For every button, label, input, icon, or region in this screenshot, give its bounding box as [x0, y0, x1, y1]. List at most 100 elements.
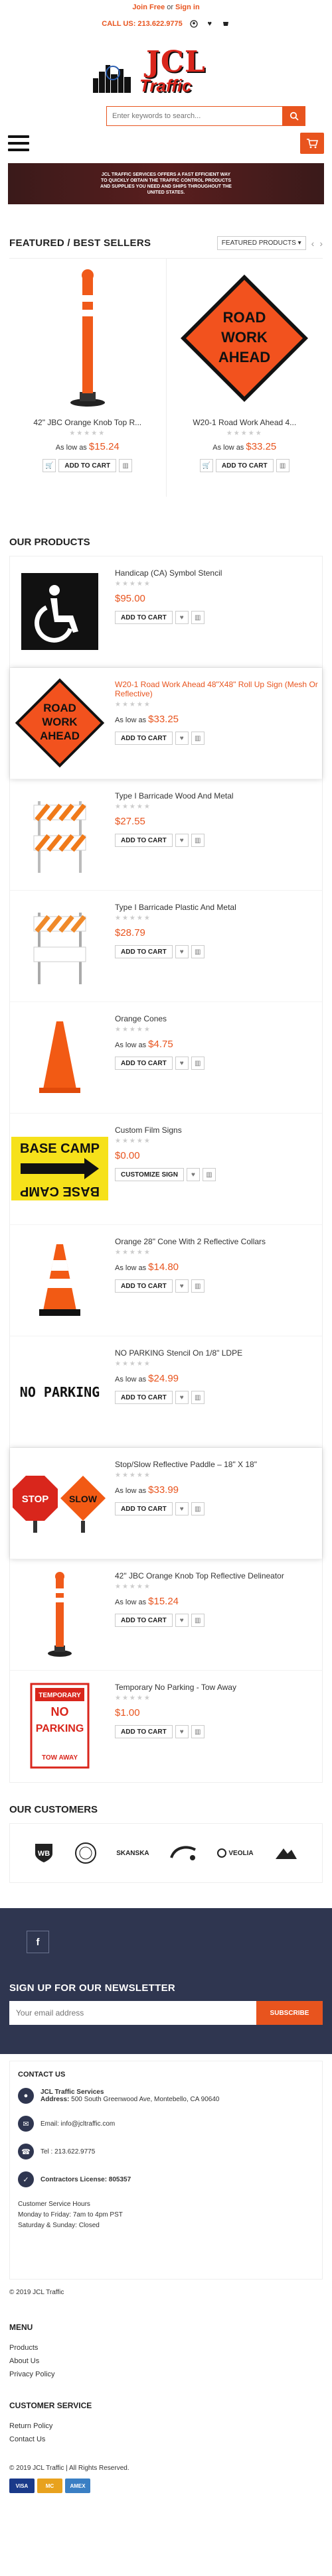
menu-icon[interactable] — [8, 135, 29, 151]
site-logo[interactable]: JCL Traffic — [93, 40, 239, 99]
handicap-stencil-image[interactable] — [10, 568, 110, 655]
add-to-cart-button[interactable]: ADD TO CART — [115, 611, 173, 624]
add-to-cart-button[interactable]: ADD TO CART — [58, 459, 117, 472]
product-name[interactable]: 42" JBC Orange Knob Top Reflective Delin… — [115, 1571, 322, 1580]
product-name[interactable]: Handicap (CA) Symbol Stencil — [115, 568, 322, 578]
subscribe-button[interactable]: SUBSCRIBE — [256, 2001, 323, 2025]
wishlist-icon[interactable]: ♥ — [175, 732, 189, 745]
product-name[interactable]: Temporary No Parking - Tow Away — [115, 1683, 322, 1692]
footer-link-return[interactable]: Return Policy — [9, 2422, 323, 2430]
add-to-cart-button[interactable]: ADD TO CART — [115, 945, 173, 958]
wishlist-icon[interactable]: ♥ — [175, 1057, 189, 1070]
product-row[interactable]: 42" JBC Orange Knob Top Reflective Delin… — [10, 1559, 322, 1671]
wishlist-icon[interactable]: ♥ — [175, 1725, 189, 1738]
call-us-text[interactable]: CALL US: 213.622.9775 — [102, 20, 182, 28]
add-to-cart-button[interactable]: ADD TO CART — [115, 1502, 173, 1515]
compare-icon[interactable]: ▥ — [191, 1614, 205, 1627]
featured-select[interactable]: FEATURED PRODUCTS ▾ — [216, 236, 306, 250]
compare-icon[interactable]: ▥ — [202, 1168, 216, 1181]
compare-icon[interactable]: ▥ — [276, 459, 290, 472]
compare-icon[interactable]: ▥ — [191, 611, 205, 624]
product-row[interactable]: NO PARKING NO PARKING Stencil On 1/8" LD… — [10, 1336, 322, 1448]
wishlist-icon[interactable]: ♥ — [175, 1502, 189, 1515]
add-to-cart-button[interactable]: ADD TO CART — [115, 1279, 173, 1293]
wishlist-icon[interactable]: ♥ — [175, 1614, 189, 1627]
featured-card[interactable]: ROAD WORK AHEAD W20-1 Road Work Ahead 4.… — [167, 259, 323, 497]
product-row[interactable]: Handicap (CA) Symbol Stencil ★★★★★ $95.0… — [10, 556, 322, 668]
add-to-cart-button[interactable]: ADD TO CART — [215, 459, 274, 472]
delineator-image[interactable] — [10, 1571, 110, 1657]
compare-icon[interactable]: ▥ — [191, 945, 205, 958]
footer-link-contact[interactable]: Contact Us — [9, 2435, 323, 2443]
barricade-wood-image[interactable] — [10, 791, 110, 877]
compare-icon[interactable]: ▥ — [191, 1279, 205, 1293]
product-row[interactable]: Orange 28" Cone With 2 Reflective Collar… — [10, 1225, 322, 1336]
add-to-cart-button[interactable]: ADD TO CART — [115, 1725, 173, 1738]
product-name[interactable]: NO PARKING Stencil On 1/8" LDPE — [115, 1348, 322, 1358]
no-parking-stencil-image[interactable]: NO PARKING — [10, 1348, 110, 1435]
temp-no-parking-image[interactable]: TEMPORARY NO PARKING TOW AWAY — [10, 1683, 110, 1769]
compare-icon[interactable]: ▥ — [119, 459, 133, 472]
email-field[interactable] — [9, 2001, 256, 2025]
add-to-cart-button[interactable]: ADD TO CART — [115, 1614, 173, 1627]
product-row[interactable]: Type I Barricade Plastic And Metal ★★★★★… — [10, 891, 322, 1002]
next-arrow-icon[interactable]: › — [319, 238, 323, 249]
phone-text[interactable]: Tel : 213.622.9775 — [41, 2148, 95, 2156]
customize-sign-button[interactable]: CUSTOMIZE SIGN — [115, 1168, 184, 1181]
compare-icon[interactable]: ▥ — [191, 1057, 205, 1070]
search-input[interactable] — [106, 106, 283, 126]
add-to-cart-button[interactable]: ADD TO CART — [115, 732, 173, 745]
cart-icon[interactable]: 🛒 — [199, 459, 213, 472]
wishlist-icon[interactable]: ♥ — [186, 1168, 200, 1181]
wishlist-icon[interactable]: ♥ — [175, 945, 189, 958]
product-row[interactable]: ROAD WORK AHEAD W20-1 Road Work Ahead 48… — [10, 668, 322, 779]
product-name[interactable]: W20-1 Road Work Ahead 48"X48" Roll Up Si… — [115, 680, 322, 698]
product-name[interactable]: Type I Barricade Wood And Metal — [115, 791, 322, 801]
product-name[interactable]: Stop/Slow Reflective Paddle – 18" X 18" — [115, 1460, 322, 1469]
cart-button[interactable] — [300, 133, 324, 154]
product-row[interactable]: TEMPORARY NO PARKING TOW AWAY Temporary … — [10, 1671, 322, 1782]
compare-icon[interactable]: ▥ — [191, 1725, 205, 1738]
product-row[interactable]: Type I Barricade Wood And Metal ★★★★★ $2… — [10, 779, 322, 891]
footer-link-products[interactable]: Products — [9, 2344, 323, 2352]
promo-banner[interactable]: JCL Traffic Services offers a fast effic… — [8, 163, 324, 204]
product-name[interactable]: W20-1 Road Work Ahead 4... — [193, 418, 296, 427]
compare-icon[interactable]: ▥ — [191, 1391, 205, 1404]
product-name[interactable]: Custom Film Signs — [115, 1126, 322, 1135]
cart-mini-icon[interactable] — [221, 19, 230, 29]
add-to-cart-button[interactable]: ADD TO CART — [115, 1391, 173, 1404]
search-button[interactable] — [283, 106, 305, 126]
base-camp-sign-image[interactable]: BASE CAMP BASE CAMP — [10, 1126, 110, 1212]
compare-icon[interactable]: ▥ — [191, 732, 205, 745]
prev-arrow-icon[interactable]: ‹ — [311, 238, 315, 249]
footer-link-about[interactable]: About Us — [9, 2357, 323, 2365]
product-row[interactable]: Orange Cones ★★★★★ As low as $4.75 ADD T… — [10, 1002, 322, 1114]
wishlist-icon[interactable]: ♥ — [175, 1391, 189, 1404]
join-free-link[interactable]: Join Free — [132, 3, 165, 11]
add-to-cart-button[interactable]: ADD TO CART — [115, 1057, 173, 1070]
cart-icon[interactable]: 🛒 — [42, 459, 56, 472]
email-text[interactable]: Email: info@jcltraffic.com — [41, 2120, 115, 2128]
delineator-image[interactable] — [16, 265, 159, 411]
facebook-icon[interactable]: f — [27, 1931, 49, 1953]
user-icon[interactable] — [189, 19, 199, 29]
product-name[interactable]: Type I Barricade Plastic And Metal — [115, 903, 322, 912]
road-work-sign-image[interactable]: ROAD WORK AHEAD — [10, 678, 110, 768]
product-name[interactable]: 42" JBC Orange Knob Top R... — [33, 418, 141, 427]
wishlist-icon[interactable]: ♥ — [175, 611, 189, 624]
reflective-cone-image[interactable] — [10, 1237, 110, 1323]
compare-icon[interactable]: ▥ — [191, 834, 205, 847]
wishlist-icon[interactable]: ♥ — [205, 19, 214, 29]
sign-in-link[interactable]: Sign in — [175, 3, 200, 11]
wishlist-icon[interactable]: ♥ — [175, 834, 189, 847]
product-row[interactable]: BASE CAMP BASE CAMP Custom Film Signs ★★… — [10, 1114, 322, 1225]
product-name[interactable]: Orange Cones — [115, 1014, 322, 1023]
compare-icon[interactable]: ▥ — [191, 1502, 205, 1515]
orange-cone-image[interactable] — [10, 1014, 110, 1100]
road-work-sign-image[interactable]: ROAD WORK AHEAD — [173, 265, 317, 411]
product-name[interactable]: Orange 28" Cone With 2 Reflective Collar… — [115, 1237, 322, 1246]
featured-card[interactable]: 42" JBC Orange Knob Top R... ★★★★★ As lo… — [9, 259, 167, 497]
footer-link-privacy[interactable]: Privacy Policy — [9, 2370, 323, 2378]
barricade-plastic-image[interactable] — [10, 903, 110, 989]
add-to-cart-button[interactable]: ADD TO CART — [115, 834, 173, 847]
